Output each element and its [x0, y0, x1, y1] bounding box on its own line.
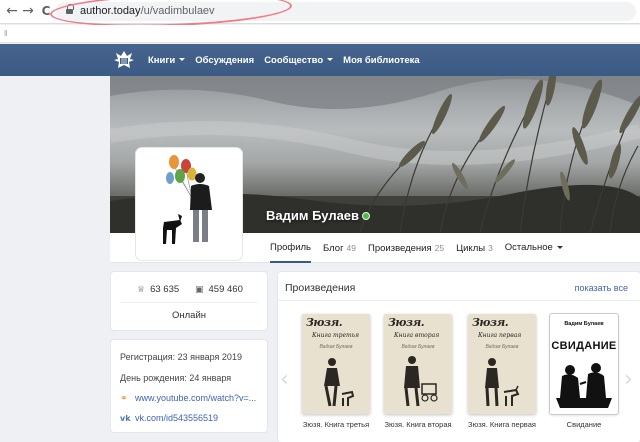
works-title: Произведения	[285, 282, 356, 294]
library-icon: ▣	[195, 285, 204, 295]
author-name: Вадим Булаев	[266, 208, 360, 223]
registration-date: Регистрация: 23 января 2019	[120, 352, 242, 362]
online-status-indicator	[362, 212, 370, 220]
nav-discussions-label: Обсуждения	[195, 54, 255, 66]
nav-books-label: Книги	[148, 54, 176, 66]
tab-other[interactable]: Остальное	[505, 233, 563, 263]
site-header: Книги Обсуждения Сообщество Моя библиоте…	[0, 44, 640, 76]
tab-works-count: 25	[434, 243, 445, 253]
show-all-link[interactable]: показать все	[575, 283, 628, 293]
nav-discussions[interactable]: Обсуждения	[195, 55, 254, 66]
tab-profile-label: Профиль	[270, 242, 312, 253]
tab-profile[interactable]: Профиль	[270, 233, 312, 263]
chevron-down-icon	[327, 58, 334, 62]
link-icon: ⚭	[120, 394, 128, 404]
bookmarks-bar: ǁ	[0, 25, 640, 43]
youtube-link[interactable]: ⚭ www.youtube.com/watch?v=...	[120, 393, 256, 404]
tab-other-label: Остальное	[504, 242, 553, 253]
book-card[interactable]: Зюзя. Книга третья Вадим Булаев Зюзя. Кн…	[302, 314, 370, 429]
bookmark-icon[interactable]: ǁ	[4, 29, 7, 38]
nav-my-library[interactable]: Моя библиотека	[343, 55, 420, 66]
divider	[121, 302, 257, 303]
book-cover-image[interactable]: Вадим Булаев СВИДАНИЕ	[550, 314, 618, 414]
tab-blog[interactable]: Блог 49	[323, 233, 356, 263]
vk-link-text: vk.com/id543556519	[135, 413, 219, 423]
carousel-prev-icon[interactable]: ‹	[280, 367, 289, 392]
tab-blog-count: 49	[346, 243, 357, 253]
book-title[interactable]: Зюзя. Книга вторая	[384, 420, 452, 429]
stats-panel: ♕ 63 635 ▣ 459 460 Онлайн	[111, 272, 267, 330]
site-nav: Книги Обсуждения Сообщество Моя библиоте…	[148, 44, 430, 76]
profile-tabs: Профиль Блог 49 Произведения 25 Циклы 3 Ост…	[270, 233, 575, 263]
book-title[interactable]: Зюзя. Книга первая	[468, 420, 536, 429]
tab-works-label: Произведения	[368, 243, 432, 254]
browser-toolbar: ← → C author.today/u/vadimbulaev	[0, 0, 640, 31]
book-card[interactable]: Зюзя. Книга первая Вадим Булаев Зюзя. Кн…	[468, 314, 536, 429]
book-cover-image[interactable]: Зюзя. Книга вторая Вадим Булаев	[384, 314, 452, 414]
avatar[interactable]	[136, 148, 242, 260]
book-card[interactable]: Зюзя. Книга вторая Вадим Булаев Зюзя. Кн…	[384, 314, 452, 429]
youtube-link-text: www.youtube.com/watch?v=...	[135, 393, 257, 403]
crown-icon: ♕	[137, 285, 146, 295]
info-panel: Регистрация: 23 января 2019 День рождени…	[111, 340, 267, 432]
works-panel: Произведения показать все ‹ › Зюзя. Книг…	[278, 272, 640, 442]
divider	[278, 300, 640, 301]
chevron-down-icon	[556, 245, 563, 249]
tab-cycles[interactable]: Циклы 3	[456, 233, 493, 263]
book-cover-image[interactable]: Зюзя. Книга первая Вадим Булаев	[468, 314, 536, 414]
chevron-down-icon	[179, 58, 186, 62]
library-count: 459 460	[208, 284, 243, 295]
forward-icon[interactable]: →	[20, 3, 36, 19]
book-card[interactable]: Вадим Булаев СВИДАНИЕ Свидание	[550, 314, 618, 429]
carousel-next-icon[interactable]: ›	[624, 367, 633, 392]
nav-books[interactable]: Книги	[148, 54, 186, 66]
tab-cycles-label: Циклы	[456, 243, 486, 254]
vk-link[interactable]: vk vk.com/id543556519	[120, 413, 218, 423]
book-title[interactable]: Зюзя. Книга третья	[302, 420, 370, 429]
tab-works[interactable]: Произведения 25	[368, 233, 444, 263]
status-text: Онлайн	[171, 310, 206, 321]
nav-community[interactable]: Сообщество	[264, 54, 334, 66]
nav-community-label: Сообщество	[264, 54, 324, 66]
back-icon[interactable]: ←	[4, 3, 20, 19]
site-logo-icon[interactable]	[113, 49, 135, 71]
nav-my-library-label: Моя библиотека	[343, 54, 420, 66]
followers-count: 63 635	[150, 284, 180, 295]
book-title[interactable]: Свидание	[550, 420, 618, 429]
vk-icon: vk	[120, 414, 131, 423]
library-stat[interactable]: ▣ 459 460	[195, 284, 243, 295]
tab-blog-label: Блог	[323, 243, 344, 254]
birthday: День рождения: 24 января	[120, 373, 232, 383]
followers-stat[interactable]: ♕ 63 635	[137, 284, 179, 295]
tab-cycles-count: 3	[488, 243, 493, 253]
book-cover-image[interactable]: Зюзя. Книга третья Вадим Булаев	[302, 314, 370, 414]
